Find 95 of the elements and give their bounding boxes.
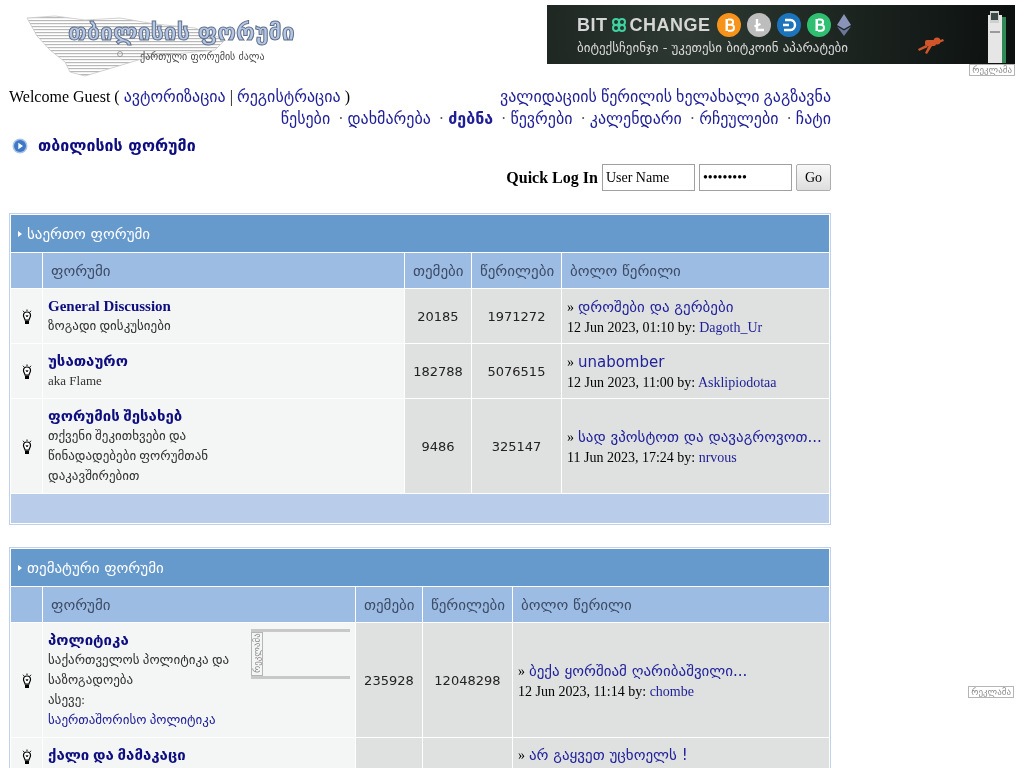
bulb-icon (21, 439, 32, 456)
bulb-icon (21, 309, 32, 326)
column-header: წერილები (471, 253, 561, 288)
welcome-text: Welcome Guest ( (9, 88, 120, 105)
forum-description: თქვენი შეკითხვები და წინადადებები ფორუმთან დაკავშირებით (48, 427, 210, 485)
forum-link[interactable]: General Discussion (48, 296, 171, 316)
link-marker: » (517, 748, 525, 763)
register-link[interactable]: რეგისტრაცია (236, 88, 341, 105)
forum-link[interactable]: პოლიტიკა (48, 630, 129, 650)
nav-separator: · (580, 110, 586, 127)
diamond-icon (836, 14, 851, 36)
kiosk-icon (985, 10, 1007, 63)
logo-subtitle: ქართული ფორუმის ძალა (140, 51, 265, 63)
table-cell: 12048298 (422, 623, 512, 737)
post-date: 12 Jun 2023, 01:10 by: (566, 319, 696, 335)
resend-validation-link[interactable]: ვალიდაციის წერილის ხელახალი გაგზავნა (500, 88, 831, 106)
ad-label: რეკლამა (968, 686, 1014, 698)
also-label: ასევე: (48, 692, 85, 707)
nav-separator: · (501, 110, 507, 127)
coin-icon (776, 13, 801, 37)
ad-label: რეკლამა (969, 64, 1015, 76)
coin-icon (806, 13, 831, 37)
author-link[interactable]: chombe (649, 683, 694, 699)
table-cell (355, 738, 422, 768)
nav-link[interactable]: წევრები (510, 110, 573, 127)
table-cell: 1971272 (471, 289, 561, 343)
forum-description: aka Flame (48, 372, 103, 390)
nav-link[interactable]: ძებნა (448, 110, 494, 127)
column-header (11, 253, 42, 288)
coin-icon (746, 13, 771, 37)
last-post-link[interactable]: სად ვპოსტოთ და დავაგროვოთ... (577, 427, 822, 446)
forum-link[interactable]: ფორუმის შესახებ (48, 406, 183, 426)
column-header: წერილები (422, 587, 512, 622)
nav-link[interactable]: დახმარება (347, 110, 431, 127)
nav-separator: · (438, 110, 445, 127)
column-header: თემები (355, 587, 422, 622)
bulb-icon (21, 673, 32, 690)
link-divider: | (229, 88, 233, 105)
table-cell: 5076515 (471, 344, 561, 398)
column-header: ბოლო წერილი (512, 587, 829, 622)
nav-separator: · (786, 110, 792, 127)
ad-label: რეკლამა (250, 632, 263, 676)
post-date: 12 Jun 2023, 11:00 by: (566, 374, 696, 390)
table-cell: 325147 (471, 399, 561, 493)
table-cell: 20185 (404, 289, 471, 343)
post-date: 12 Jun 2023, 11:14 by: (517, 683, 647, 699)
play-icon (12, 138, 28, 154)
last-post-link[interactable]: არ გაყვეთ უცხოელს ! (528, 746, 688, 764)
last-post-link[interactable]: დროშები და გერბები (577, 297, 734, 316)
bulb-icon (21, 748, 32, 765)
password-field[interactable]: ••••••••• (698, 164, 792, 191)
breadcrumb-link[interactable]: თბილისის ფორუმი (38, 137, 196, 155)
quick-login-label: Quick Log In (506, 168, 598, 187)
figure-icon (915, 35, 945, 54)
nav-link[interactable]: კალენდარი (589, 110, 682, 127)
caret-icon (18, 564, 22, 571)
column-header: ბოლო წერილი (561, 253, 829, 288)
column-header: ფორუმი (43, 253, 404, 288)
banner-tagline: ბიტექსჩეინჯი - უკეთესი ბიტკოინ აპარატები (577, 40, 849, 56)
nav-link[interactable]: ჩატი (795, 110, 831, 127)
link-marker: » (566, 354, 574, 370)
last-post-link[interactable]: unabomber (577, 352, 665, 371)
forum-description: ზოგადი დისკუსიები (48, 317, 172, 335)
subforum-link[interactable]: საერთაშორისო პოლიტიკა (48, 712, 216, 727)
nav-link[interactable]: რჩეულები (699, 110, 779, 127)
last-post-link[interactable]: ბექა ყორშიამ ღარიბაშვილი... (528, 661, 748, 680)
go-button[interactable]: Go (795, 164, 831, 191)
forum-link[interactable]: უსათაურო (48, 351, 128, 371)
forum-link[interactable]: ქალი და მამაკაცი (48, 745, 186, 765)
post-date: 11 Jun 2023, 17:24 by: (566, 449, 696, 465)
author-link[interactable]: nrvous (698, 449, 737, 465)
author-link[interactable]: Dagoth_Ur (699, 319, 763, 335)
coin-icon (716, 13, 741, 37)
table-cell: 9486 (404, 399, 471, 493)
link-marker: » (566, 429, 574, 445)
closing-bracket: ) (344, 88, 350, 105)
brand-text: BIT (577, 14, 608, 36)
nav-link[interactable]: წესები (280, 110, 331, 127)
caret-icon (18, 230, 22, 237)
table-cell: 182788 (404, 344, 471, 398)
brand-text: CHANGE (629, 14, 711, 36)
author-link[interactable]: Asklipiodotaa (697, 374, 777, 390)
bulb-icon (21, 364, 32, 381)
link-marker: » (566, 299, 574, 315)
link-marker: » (517, 663, 525, 679)
ad-banner[interactable]: BIT CHANGE ბიტექსჩეინჯი - უკეთესი ბიტკოინ აპარატები (547, 5, 1015, 64)
column-header: თემები (404, 253, 471, 288)
column-header (11, 587, 42, 622)
column-header: ფორუმი (43, 587, 355, 622)
login-link[interactable]: ავტორიზაცია (123, 88, 226, 105)
table-cell: 235928 (355, 623, 422, 737)
nav-separator: · (338, 110, 344, 127)
nav-separator: · (689, 110, 696, 127)
username-field[interactable]: User Name (601, 164, 695, 191)
knot-icon (611, 18, 626, 32)
